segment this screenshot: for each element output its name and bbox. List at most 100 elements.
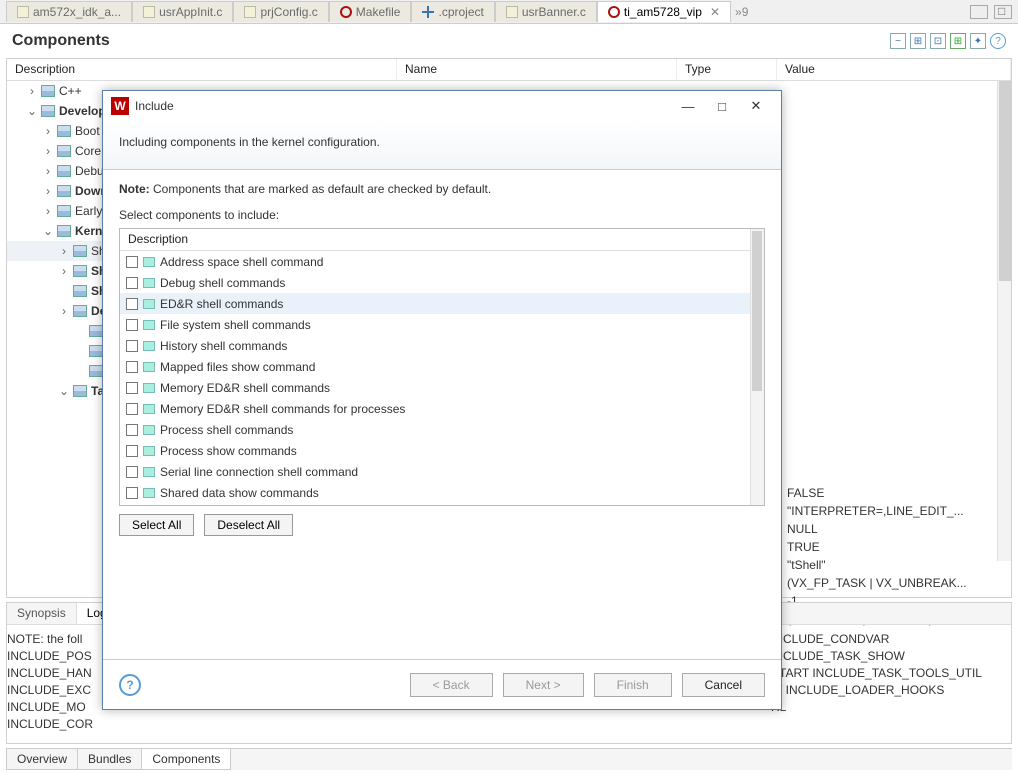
list-item[interactable]: Serial line connection shell command <box>120 461 750 482</box>
column-value[interactable]: Value <box>777 59 1011 80</box>
twisty-icon[interactable]: › <box>39 144 57 158</box>
editor-tab[interactable]: Makefile <box>329 1 412 22</box>
toolbar-button-1[interactable]: ⊡ <box>930 33 946 49</box>
component-icon <box>73 245 87 257</box>
editor-tab[interactable]: usrBanner.c <box>495 1 597 22</box>
list-scrollbar[interactable] <box>750 229 764 505</box>
value-cell: (VX_FP_TASK | VX_UNBREAK... <box>787 574 1007 592</box>
vertical-scrollbar[interactable] <box>997 81 1011 561</box>
list-item[interactable]: Debug shell commands <box>120 272 750 293</box>
editor-tab[interactable]: .cproject <box>411 1 494 22</box>
tab-overflow[interactable]: »9 <box>735 5 748 19</box>
editor-tab[interactable]: usrAppInit.c <box>132 1 233 22</box>
log-line: INCLUDE_HAN <box>7 665 93 682</box>
twisty-icon[interactable]: › <box>55 244 73 258</box>
checkbox[interactable] <box>126 424 138 436</box>
list-item[interactable]: Mapped files show command <box>120 356 750 377</box>
editor-tab[interactable]: ti_am5728_vip ✕ <box>597 1 731 22</box>
twisty-icon[interactable]: › <box>39 164 57 178</box>
column-description[interactable]: Description <box>7 59 397 80</box>
maximize-view-button[interactable] <box>994 5 1012 19</box>
bottom-tab-overview[interactable]: Overview <box>6 749 78 770</box>
checkbox[interactable] <box>126 277 138 289</box>
bottom-tab-bundles[interactable]: Bundles <box>77 749 142 770</box>
twisty-icon[interactable]: ⌄ <box>23 104 41 118</box>
list-item[interactable]: Shared data show commands <box>120 482 750 503</box>
dialog-close-button[interactable]: ✕ <box>739 94 773 118</box>
help-button[interactable]: ? <box>990 33 1006 49</box>
log-line: INCLUDE_COR <box>7 716 93 733</box>
tree-label: Debu <box>75 164 104 178</box>
toolbar-button-2[interactable]: ⊞ <box>950 33 966 49</box>
finish-button: Finish <box>594 673 672 697</box>
item-label: File system shell commands <box>160 318 311 332</box>
dialog-note-text: Components that are marked as default ar… <box>150 182 492 196</box>
expand-all-button[interactable]: ⊞ <box>910 33 926 49</box>
dialog-help-icon[interactable]: ? <box>119 674 141 696</box>
column-type[interactable]: Type <box>677 59 777 80</box>
editor-tab[interactable]: am572x_idk_a... <box>6 1 132 22</box>
twisty-icon[interactable]: › <box>39 184 57 198</box>
cancel-button[interactable]: Cancel <box>682 673 765 697</box>
list-item[interactable]: ED&R shell commands <box>120 293 750 314</box>
component-icon <box>57 205 71 217</box>
minimize-view-button[interactable] <box>970 5 988 19</box>
close-tab-icon[interactable]: ✕ <box>710 5 720 19</box>
checkbox[interactable] <box>126 319 138 331</box>
list-item[interactable]: Memory ED&R shell commands for processes <box>120 398 750 419</box>
collapse-all-button[interactable]: − <box>890 33 906 49</box>
twisty-icon[interactable]: ⌄ <box>39 224 57 238</box>
file-icon <box>608 6 620 18</box>
checkbox[interactable] <box>126 466 138 478</box>
checkbox[interactable] <box>126 298 138 310</box>
checkbox[interactable] <box>126 340 138 352</box>
select-all-button[interactable]: Select All <box>119 514 194 536</box>
component-icon <box>73 285 87 297</box>
checkbox[interactable] <box>126 361 138 373</box>
dialog-header-message: Including components in the kernel confi… <box>119 135 380 149</box>
item-label: Process show commands <box>160 444 297 458</box>
log-line: INCLUDE_EXC <box>7 682 93 699</box>
component-icon <box>143 467 155 477</box>
list-item[interactable]: Memory ED&R shell commands <box>120 377 750 398</box>
item-label: Debug shell commands <box>160 276 285 290</box>
twisty-icon[interactable]: › <box>55 304 73 318</box>
checkbox[interactable] <box>126 403 138 415</box>
item-label: ED&R shell commands <box>160 297 283 311</box>
list-item[interactable]: History shell commands <box>120 335 750 356</box>
tree-label: Boot <box>75 124 100 138</box>
list-item[interactable]: Process show commands <box>120 440 750 461</box>
list-item[interactable]: File system shell commands <box>120 314 750 335</box>
checkbox[interactable] <box>126 256 138 268</box>
checkbox[interactable] <box>126 382 138 394</box>
checkbox[interactable] <box>126 445 138 457</box>
log-line: INCLUDE_CONDVAR <box>771 631 982 648</box>
bottom-tab-components[interactable]: Components <box>141 749 231 770</box>
dialog-note-label: Note: <box>119 182 150 196</box>
toolbar-button-3[interactable]: ✦ <box>970 33 986 49</box>
dialog-logo-icon: W <box>111 97 129 115</box>
item-label: Shared data show commands <box>160 486 319 500</box>
include-dialog: W Include — □ ✕ Including components in … <box>102 90 782 710</box>
list-item[interactable]: Address space shell command <box>120 251 750 272</box>
checkbox[interactable] <box>126 487 138 499</box>
twisty-icon[interactable]: › <box>23 84 41 98</box>
file-icon <box>340 6 352 18</box>
bottom-tab-bar: Overview Bundles Components <box>6 748 1012 770</box>
twisty-icon[interactable]: › <box>39 204 57 218</box>
list-header-description[interactable]: Description <box>120 229 750 251</box>
column-name[interactable]: Name <box>397 59 677 80</box>
twisty-icon[interactable]: › <box>39 124 57 138</box>
dialog-maximize-button[interactable]: □ <box>705 94 739 118</box>
list-item[interactable]: Process shell commands <box>120 419 750 440</box>
tab-synopsis[interactable]: Synopsis <box>7 603 77 624</box>
twisty-icon[interactable]: › <box>55 264 73 278</box>
component-icon <box>89 365 103 377</box>
dialog-minimize-button[interactable]: — <box>671 94 705 118</box>
dialog-title: Include <box>135 99 671 113</box>
deselect-all-button[interactable]: Deselect All <box>204 514 293 536</box>
view-title: Components <box>12 32 110 50</box>
value-cell: TRUE <box>787 538 1007 556</box>
editor-tab[interactable]: prjConfig.c <box>233 1 328 22</box>
twisty-icon[interactable]: ⌄ <box>55 384 73 398</box>
